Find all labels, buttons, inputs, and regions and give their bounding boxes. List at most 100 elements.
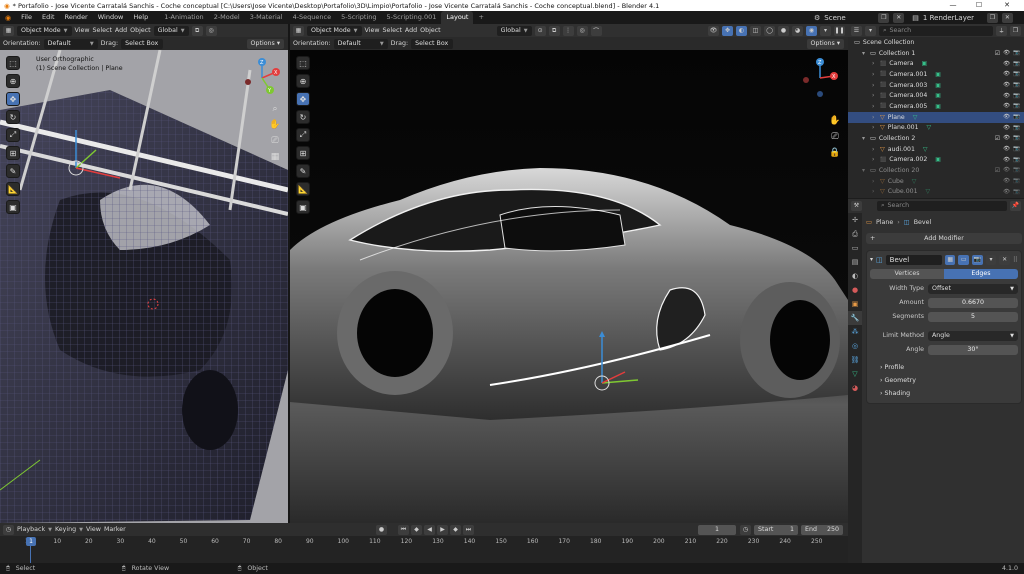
expand-chevron-icon[interactable]: ▾ bbox=[862, 50, 870, 57]
scale-tool-icon[interactable]: ⤢ bbox=[6, 128, 20, 142]
expand-chevron-icon[interactable]: › bbox=[872, 92, 880, 99]
tab-vertices[interactable]: Vertices bbox=[870, 269, 944, 279]
workspace-tab-sequence[interactable]: 4-Sequence bbox=[288, 11, 337, 24]
collapse-chevron-icon[interactable]: ▾ bbox=[870, 256, 873, 263]
lock-camera-icon[interactable]: 🔒 bbox=[828, 146, 842, 160]
jump-end-icon[interactable]: ⏭ bbox=[463, 524, 474, 535]
left-menu-select[interactable]: Select bbox=[92, 27, 111, 34]
left-drag-dropdown[interactable]: Select Box bbox=[121, 38, 164, 49]
add-modifier-button[interactable]: + Add Modifier bbox=[866, 233, 1022, 244]
expand-chevron-icon[interactable]: › bbox=[872, 71, 880, 78]
render-camera-icon[interactable]: 📷 bbox=[1013, 146, 1020, 152]
right-viewport-canvas[interactable] bbox=[290, 50, 848, 523]
visibility-icon[interactable]: 👁 bbox=[708, 25, 719, 36]
add-cube-tool-icon[interactable]: ▣ bbox=[296, 200, 310, 214]
snap-options-icon[interactable]: ⋮ bbox=[562, 25, 574, 36]
timeline-ruler[interactable]: 1102030405060708090100110120130140150160… bbox=[0, 536, 848, 563]
rotate-tool-icon[interactable]: ↻ bbox=[296, 110, 310, 124]
pause-render-icon[interactable]: ❚❚ bbox=[834, 25, 845, 36]
scene-name[interactable]: Scene bbox=[824, 14, 874, 22]
left-3d-viewport[interactable]: ▦ Object Mode ▼ View Select Add Object Gl… bbox=[0, 24, 288, 523]
delete-scene-icon[interactable]: ✕ bbox=[893, 12, 905, 23]
right-orientation-dropdown[interactable]: Default ▼ bbox=[333, 38, 388, 49]
jump-keyframe-back-icon[interactable]: ◆ bbox=[411, 524, 422, 535]
gizmo-toggle-icon[interactable]: ✥ bbox=[722, 25, 733, 36]
visibility-eye-icon[interactable]: 👁 bbox=[1003, 103, 1010, 109]
left-menu-object[interactable]: Object bbox=[130, 27, 151, 34]
expand-chevron-icon[interactable]: › bbox=[872, 146, 880, 153]
timeline-editor-icon[interactable]: ◷ bbox=[3, 524, 14, 535]
shading-material-icon[interactable]: ◕ bbox=[792, 25, 803, 36]
select-box-tool-icon[interactable]: ⬚ bbox=[296, 56, 310, 70]
render-camera-icon[interactable]: 📷 bbox=[1013, 71, 1020, 77]
playback-menu[interactable]: Playback bbox=[17, 526, 45, 533]
outliner-row[interactable]: ▾ ▭ Collection 2 ☑ 👁 📷 bbox=[848, 133, 1024, 144]
camera-view-icon[interactable]: ⎚ bbox=[268, 134, 282, 148]
workspace-tab-animation[interactable]: 1-Animation bbox=[159, 11, 208, 24]
right-menu-view[interactable]: View bbox=[365, 27, 380, 34]
profile-subpanel[interactable]: › Profile bbox=[870, 361, 1018, 374]
world-tab-icon[interactable]: ● bbox=[848, 283, 862, 297]
xray-icon[interactable]: ◫ bbox=[750, 25, 761, 36]
object-tab-icon[interactable]: ▣ bbox=[848, 297, 862, 311]
expand-chevron-icon[interactable]: › bbox=[872, 114, 880, 121]
outliner-search-field[interactable]: ⌕ Search bbox=[879, 25, 993, 36]
editor-type-icon[interactable]: ▦ bbox=[293, 25, 304, 36]
keying-menu[interactable]: Keying bbox=[55, 526, 76, 533]
expand-chevron-icon[interactable]: ▾ bbox=[862, 135, 870, 142]
new-scene-icon[interactable]: ❐ bbox=[878, 12, 890, 23]
blender-menu-icon[interactable]: ◉ bbox=[0, 14, 16, 22]
render-camera-icon[interactable]: 📷 bbox=[1013, 157, 1020, 163]
render-camera-icon[interactable]: 📷 bbox=[1013, 189, 1020, 195]
amount-field[interactable]: 0.6670 bbox=[928, 297, 1018, 308]
scene-tab-icon[interactable]: ◐ bbox=[848, 269, 862, 283]
outliner-row[interactable]: › ▽ Plane.001 ▽ 👁 📷 bbox=[848, 123, 1024, 134]
outliner-row[interactable]: › ⬛ Camera.002 ▣ 👁 📷 bbox=[848, 155, 1024, 166]
right-drag-dropdown[interactable]: Select Box bbox=[411, 38, 454, 49]
render-camera-icon[interactable]: 📷 bbox=[1013, 135, 1020, 142]
expand-chevron-icon[interactable]: ▾ bbox=[862, 167, 870, 174]
remove-modifier-icon[interactable]: ✕ bbox=[999, 254, 1010, 265]
shading-subpanel[interactable]: › Shading bbox=[870, 387, 1018, 400]
transform-tool-icon[interactable]: ⊞ bbox=[6, 146, 20, 160]
render-camera-icon[interactable]: 📷 bbox=[1013, 50, 1020, 57]
left-viewport-canvas[interactable] bbox=[0, 50, 288, 523]
left-menu-view[interactable]: View bbox=[75, 27, 90, 34]
workspace-tab-layout[interactable]: Layout bbox=[441, 11, 474, 24]
visibility-eye-icon[interactable]: 👁 bbox=[1003, 125, 1010, 131]
right-3d-viewport[interactable]: ▦ Object Mode ▼ View Select Add Object Gl… bbox=[290, 24, 848, 523]
preview-range-icon[interactable]: ◷ bbox=[740, 524, 751, 535]
material-tab-icon[interactable]: ◕ bbox=[848, 381, 862, 395]
proportional-falloff-icon[interactable]: ⌒ bbox=[590, 25, 602, 36]
render-camera-icon[interactable]: 📷 bbox=[1013, 178, 1020, 184]
render-camera-icon[interactable]: 📷 bbox=[1013, 82, 1020, 88]
right-options-button[interactable]: Options ▾ bbox=[806, 38, 844, 49]
right-transform-orientation[interactable]: Global ▼ bbox=[496, 25, 532, 36]
current-frame-field[interactable]: 1 bbox=[698, 524, 736, 535]
modifier-menu-icon[interactable]: ▾ bbox=[985, 254, 997, 265]
cursor-tool-icon[interactable]: ⊕ bbox=[6, 74, 20, 88]
annotate-tool-icon[interactable]: ✎ bbox=[6, 164, 20, 178]
jump-start-icon[interactable]: ⏮ bbox=[398, 524, 409, 535]
filter-icon[interactable]: ⏚ bbox=[996, 25, 1007, 36]
view-layer-name[interactable]: 1 RenderLayer bbox=[923, 14, 983, 22]
expand-chevron-icon[interactable]: › bbox=[872, 156, 880, 163]
zoom-icon[interactable]: ⌕ bbox=[268, 102, 282, 116]
segments-field[interactable]: 5 bbox=[928, 311, 1018, 322]
expand-chevron-icon[interactable]: › bbox=[872, 188, 880, 195]
workspace-tab-model[interactable]: 2-Model bbox=[209, 11, 245, 24]
delete-view-layer-icon[interactable]: ✕ bbox=[1001, 12, 1013, 23]
visibility-eye-icon[interactable]: 👁 bbox=[1003, 61, 1010, 67]
outliner-row[interactable]: › ⬛ Camera.001 ▣ 👁 📷 bbox=[848, 69, 1024, 80]
visibility-eye-icon[interactable]: 👁 bbox=[1003, 135, 1010, 142]
right-nav-gizmo[interactable]: Z X bbox=[798, 56, 842, 100]
jump-keyframe-forward-icon[interactable]: ◆ bbox=[450, 524, 461, 535]
render-tab-icon[interactable]: ⎙ bbox=[848, 227, 862, 241]
expand-chevron-icon[interactable]: › bbox=[872, 60, 880, 67]
visibility-eye-icon[interactable]: 👁 bbox=[1003, 71, 1010, 77]
render-camera-icon[interactable]: 📷 bbox=[1013, 167, 1020, 174]
visibility-eye-icon[interactable]: 👁 bbox=[1003, 114, 1010, 120]
outliner-row[interactable]: › ▽ Cube.001 ▽ 👁 📷 bbox=[848, 187, 1024, 198]
new-view-layer-icon[interactable]: ❐ bbox=[986, 12, 998, 23]
cursor-tool-icon[interactable]: ⊕ bbox=[296, 74, 310, 88]
